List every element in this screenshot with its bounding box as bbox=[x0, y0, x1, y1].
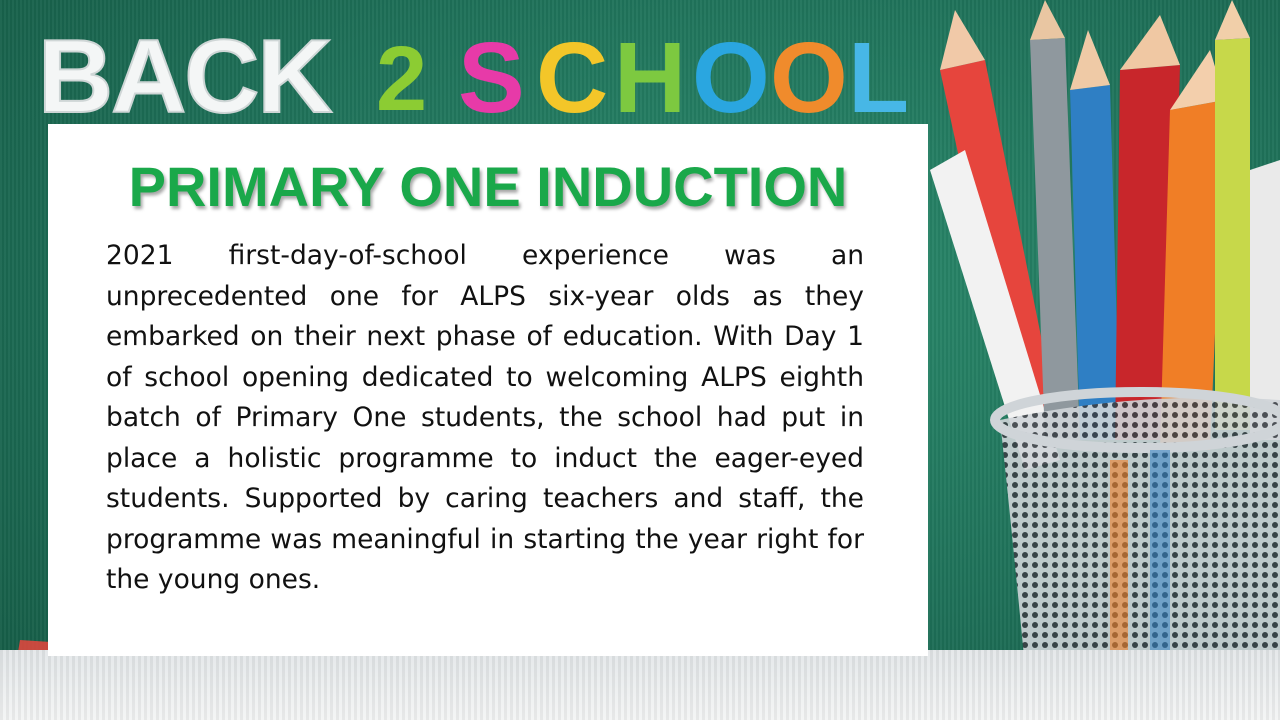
content-card: PRIMARY ONE INDUCTION 2021 first-day-of-… bbox=[48, 124, 928, 656]
body-paragraph: 2021 first-day-of-school experience was … bbox=[106, 240, 864, 595]
banner-school-letter: C bbox=[536, 22, 608, 128]
banner-digit-text: 2 bbox=[376, 28, 427, 128]
slide-background: BACK 2 SCHOOL PRIMARY ONE INDUCTION 2021… bbox=[0, 0, 1280, 720]
pencil-tip bbox=[1070, 30, 1110, 90]
banner-school-letter: O bbox=[770, 22, 848, 128]
pencil-tip bbox=[1215, 0, 1250, 40]
banner-school-letter: L bbox=[848, 22, 909, 128]
back-2-school-banner: BACK 2 SCHOOL bbox=[38, 18, 909, 128]
banner-school-letter: H bbox=[614, 22, 686, 128]
banner-school-letter: S bbox=[458, 22, 525, 128]
banner-back-text: BACK bbox=[38, 19, 332, 128]
banner-school-letter: O bbox=[692, 22, 770, 128]
pencil-tip bbox=[940, 10, 985, 70]
pencil-tip bbox=[1120, 15, 1180, 70]
page-title: PRIMARY ONE INDUCTION bbox=[128, 155, 848, 218]
pencil-tip bbox=[1030, 0, 1065, 40]
banner-school-letters: SCHOOL bbox=[458, 22, 909, 128]
desk-surface bbox=[0, 650, 1280, 720]
pencil bbox=[1215, 38, 1250, 430]
